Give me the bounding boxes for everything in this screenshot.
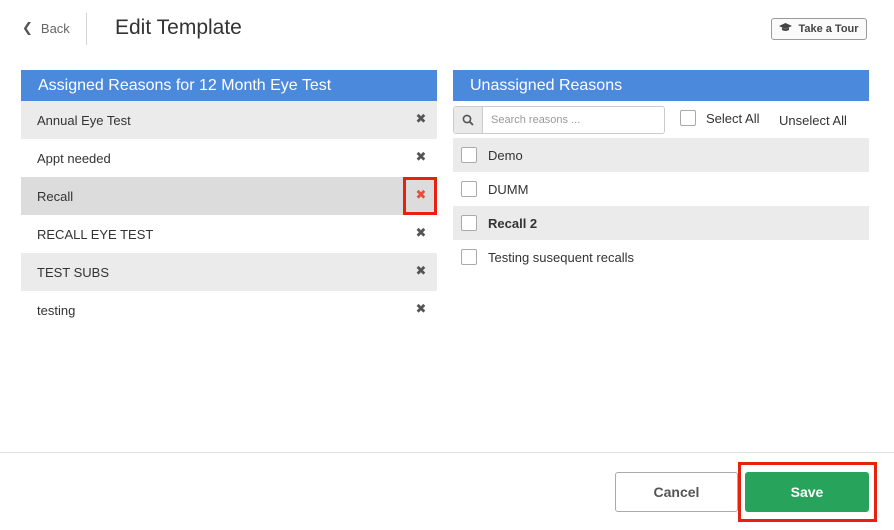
remove-reason-close-icon[interactable]: ✖ — [414, 302, 428, 316]
unselect-all-link[interactable]: Unselect All — [779, 113, 847, 128]
remove-reason-close-icon[interactable]: ✖ — [414, 226, 428, 240]
assigned-reason-label: testing — [37, 302, 76, 318]
search-icon[interactable] — [454, 107, 483, 133]
search-reasons-box — [453, 106, 665, 134]
assigned-reason-row: Recall ✖ — [21, 177, 437, 215]
take-tour-button[interactable]: Take a Tour — [771, 18, 867, 40]
back-link[interactable]: ❮ Back — [22, 20, 70, 36]
assigned-reason-row: Appt needed ✖ — [21, 139, 437, 177]
cancel-button[interactable]: Cancel — [615, 472, 738, 512]
assigned-reason-label: Recall — [37, 188, 74, 204]
unassigned-reason-row[interactable]: Recall 2 — [453, 206, 869, 240]
unassigned-reasons-heading: Unassigned Reasons — [453, 70, 869, 101]
assigned-reason-row: TEST SUBS ✖ — [21, 253, 437, 291]
header-divider — [86, 13, 87, 45]
assigned-reason-row: Annual Eye Test ✖ — [21, 101, 437, 139]
assigned-reason-label: Annual Eye Test — [37, 112, 131, 128]
select-all-checkbox[interactable] — [680, 110, 696, 126]
page-title: Edit Template — [115, 16, 242, 39]
back-label: Back — [40, 20, 70, 36]
remove-reason-close-icon[interactable]: ✖ — [414, 150, 428, 164]
reason-checkbox[interactable] — [461, 249, 477, 265]
search-reasons-input[interactable] — [483, 107, 664, 133]
unassigned-reason-label: Recall 2 — [488, 215, 538, 231]
footer-divider — [0, 452, 894, 453]
select-all-label: Select All — [706, 110, 760, 126]
assigned-reasons-list: Annual Eye Test ✖ Appt needed ✖ Recall ✖… — [21, 101, 437, 329]
assigned-reason-row: testing ✖ — [21, 291, 437, 329]
reason-checkbox[interactable] — [461, 147, 477, 163]
assigned-reason-label: RECALL EYE TEST — [37, 226, 154, 242]
assigned-reason-row: RECALL EYE TEST ✖ — [21, 215, 437, 253]
chevron-left-icon: ❮ — [22, 20, 33, 35]
unassigned-reason-row[interactable]: Demo — [453, 138, 869, 172]
unassigned-reason-label: Demo — [488, 147, 523, 163]
highlight-save-button — [738, 462, 877, 522]
remove-reason-close-icon[interactable]: ✖ — [414, 112, 428, 126]
page-header: ❮ Back Edit Template Take a Tour — [0, 0, 894, 60]
unassigned-reason-row[interactable]: DUMM — [453, 172, 869, 206]
assigned-reasons-heading: Assigned Reasons for 12 Month Eye Test — [21, 70, 437, 101]
reason-checkbox[interactable] — [461, 181, 477, 197]
assigned-reason-label: Appt needed — [37, 150, 111, 166]
graduation-cap-icon — [779, 22, 793, 36]
assigned-reason-label: TEST SUBS — [37, 264, 110, 280]
reason-checkbox[interactable] — [461, 215, 477, 231]
remove-reason-close-icon[interactable]: ✖ — [414, 264, 428, 278]
select-all-toggle[interactable]: Select All — [680, 110, 759, 126]
unassigned-reasons-list: Demo DUMM Recall 2 Testing susequent rec… — [453, 138, 869, 274]
unassigned-reason-row[interactable]: Testing susequent recalls — [453, 240, 869, 274]
unassigned-reason-label: DUMM — [488, 181, 529, 197]
highlight-remove-recall — [403, 177, 437, 215]
unassigned-reason-label: Testing susequent recalls — [488, 249, 634, 265]
take-tour-label: Take a Tour — [798, 23, 859, 35]
